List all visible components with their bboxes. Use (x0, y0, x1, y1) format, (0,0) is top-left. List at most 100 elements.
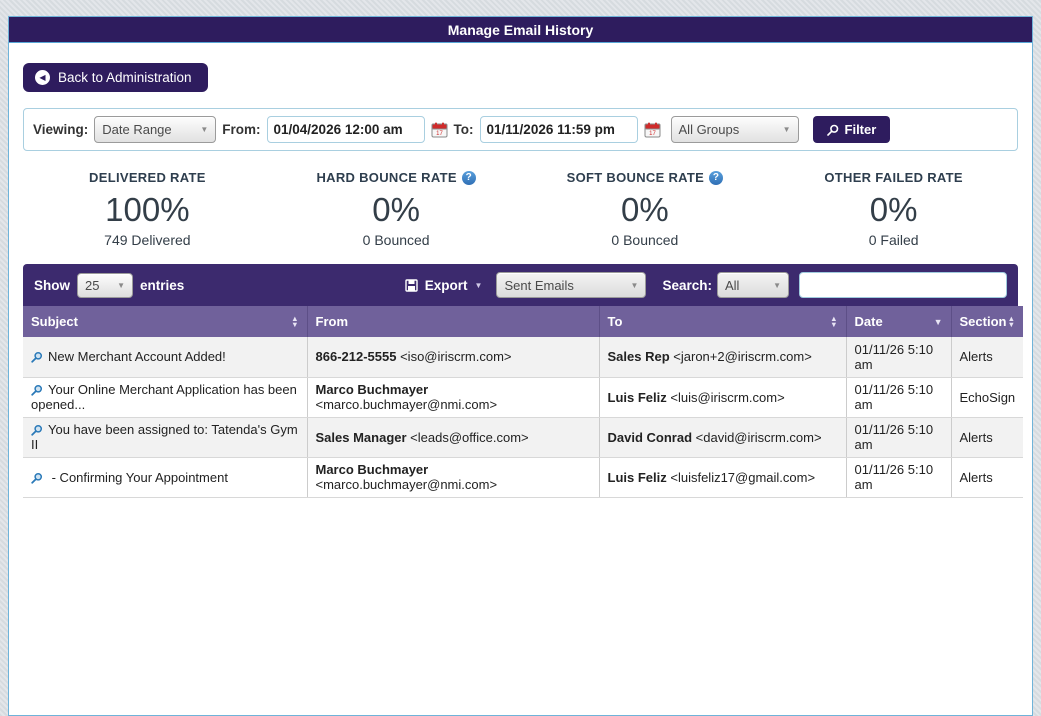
subject-text: New Merchant Account Added! (48, 349, 226, 364)
date-cell: 01/11/26 5:10 am (846, 337, 951, 377)
date-cell: 01/11/26 5:10 am (846, 417, 951, 457)
to-label: To: (454, 122, 474, 137)
stat-hard-bounce-rate: HARD BOUNCE RATE ? 0% 0 Bounced (272, 169, 521, 248)
to-cell: Luis Feliz <luis@iriscrm.com> (599, 377, 846, 417)
viewing-select[interactable]: Date Range ▼ (94, 116, 216, 143)
stat-subtext: 0 Failed (769, 232, 1018, 248)
back-to-administration-button[interactable]: ◀ Back to Administration (23, 63, 208, 92)
subject-text: - Confirming Your Appointment (48, 470, 228, 485)
groups-select[interactable]: All Groups ▼ (671, 116, 799, 143)
to-name: Sales Rep (608, 349, 670, 364)
subject-cell[interactable]: New Merchant Account Added! (23, 337, 307, 377)
to-name: Luis Feliz (608, 470, 667, 485)
view-email-icon[interactable] (31, 384, 43, 396)
section-cell: Alerts (951, 417, 1023, 457)
from-cell: 866-212-5555 <iso@iriscrm.com> (307, 337, 599, 377)
to-cell: Luis Feliz <luisfeliz17@gmail.com> (599, 457, 846, 497)
subject-cell[interactable]: Your Online Merchant Application has bee… (23, 377, 307, 417)
chevron-down-icon: ▼ (773, 281, 781, 290)
stat-subtext: 749 Delivered (23, 232, 272, 248)
table-row[interactable]: You have been assigned to: Tatenda's Gym… (23, 417, 1023, 457)
filter-bar: Viewing: Date Range ▼ From: 17 To: (23, 108, 1018, 151)
stat-subtext: 0 Bounced (272, 232, 521, 248)
viewing-label: Viewing: (33, 122, 88, 137)
section-cell: Alerts (951, 337, 1023, 377)
table-toolbar: Show 25 ▼ entries Export ▼ Sent Emails ▼… (23, 264, 1018, 306)
column-label: Section (960, 314, 1007, 329)
back-arrow-icon: ◀ (35, 70, 50, 85)
chevron-down-icon: ▼ (631, 281, 639, 290)
from-email: <marco.buchmayer@nmi.com> (316, 397, 498, 412)
entries-select-value: 25 (85, 278, 99, 293)
stat-value: 100% (23, 191, 272, 229)
to-calendar-icon[interactable]: 17 (644, 122, 661, 138)
table-row[interactable]: New Merchant Account Added! 866-212-5555… (23, 337, 1023, 377)
column-header-to[interactable]: To ▲▼ (599, 306, 846, 337)
subject-text: You have been assigned to: Tatenda's Gym… (31, 422, 298, 452)
table-header-row: Subject ▲▼ From To ▲▼ (23, 306, 1023, 337)
view-email-icon[interactable] (31, 424, 43, 436)
svg-text:17: 17 (649, 131, 656, 137)
to-email: <luisfeliz17@gmail.com> (670, 470, 815, 485)
manage-email-history-panel: Manage Email History ◀ Back to Administr… (8, 16, 1033, 716)
table-row[interactable]: - Confirming Your Appointment Marco Buch… (23, 457, 1023, 497)
view-email-icon[interactable] (31, 351, 43, 363)
column-header-date[interactable]: Date ▼ (846, 306, 951, 337)
email-type-select[interactable]: Sent Emails ▼ (496, 272, 646, 298)
page-title: Manage Email History (9, 17, 1032, 43)
filter-button[interactable]: Filter (813, 116, 891, 143)
export-button-label: Export (425, 278, 468, 293)
chevron-down-icon: ▼ (117, 281, 125, 290)
stat-label: HARD BOUNCE RATE (316, 170, 456, 185)
save-icon (405, 279, 418, 292)
from-email: <iso@iriscrm.com> (400, 349, 511, 364)
from-calendar-icon[interactable]: 17 (431, 122, 448, 138)
subject-cell[interactable]: - Confirming Your Appointment (23, 457, 307, 497)
to-email: <luis@iriscrm.com> (670, 390, 784, 405)
table-row[interactable]: Your Online Merchant Application has bee… (23, 377, 1023, 417)
subject-text: Your Online Merchant Application has bee… (31, 382, 297, 412)
subject-cell[interactable]: You have been assigned to: Tatenda's Gym… (23, 417, 307, 457)
search-scope-select-value: All (725, 278, 739, 293)
stat-other-failed-rate: OTHER FAILED RATE 0% 0 Failed (769, 169, 1018, 248)
from-email: <leads@office.com> (410, 430, 528, 445)
stats-row: DELIVERED RATE 100% 749 Delivered HARD B… (23, 169, 1018, 248)
show-label: Show (34, 278, 70, 293)
from-cell: Sales Manager <leads@office.com> (307, 417, 599, 457)
from-cell: Marco Buchmayer <marco.buchmayer@nmi.com… (307, 377, 599, 417)
entries-label: entries (140, 278, 184, 293)
chevron-down-icon: ▼ (475, 281, 483, 290)
stat-value: 0% (769, 191, 1018, 229)
from-name: Marco Buchmayer (316, 462, 429, 477)
view-email-icon[interactable] (31, 472, 43, 484)
to-date-input[interactable] (480, 116, 638, 143)
help-icon[interactable]: ? (462, 171, 476, 185)
column-header-subject[interactable]: Subject ▲▼ (23, 306, 307, 337)
search-scope-select[interactable]: All ▼ (717, 272, 789, 298)
entries-select[interactable]: 25 ▼ (77, 273, 133, 298)
from-email: <marco.buchmayer@nmi.com> (316, 477, 498, 492)
help-icon[interactable]: ? (709, 171, 723, 185)
stat-label: SOFT BOUNCE RATE (567, 170, 704, 185)
filter-button-label: Filter (845, 122, 877, 137)
groups-select-value: All Groups (679, 122, 740, 137)
to-name: David Conrad (608, 430, 693, 445)
column-label: Subject (31, 314, 78, 329)
export-button[interactable]: Export ▼ (405, 278, 483, 293)
stat-soft-bounce-rate: SOFT BOUNCE RATE ? 0% 0 Bounced (521, 169, 770, 248)
to-email: <jaron+2@iriscrm.com> (673, 349, 812, 364)
stat-subtext: 0 Bounced (521, 232, 770, 248)
back-button-label: Back to Administration (58, 70, 192, 85)
chevron-down-icon: ▼ (783, 125, 791, 134)
section-cell: EchoSign (951, 377, 1023, 417)
date-cell: 01/11/26 5:10 am (846, 377, 951, 417)
stat-label: OTHER FAILED RATE (824, 170, 962, 185)
to-name: Luis Feliz (608, 390, 667, 405)
column-header-section[interactable]: Section ▲▼ (951, 306, 1023, 337)
stat-value: 0% (521, 191, 770, 229)
search-label: Search: (662, 278, 712, 293)
from-date-input[interactable] (267, 116, 425, 143)
search-input[interactable] (799, 272, 1007, 298)
column-label: From (316, 314, 349, 329)
column-header-from[interactable]: From (307, 306, 599, 337)
